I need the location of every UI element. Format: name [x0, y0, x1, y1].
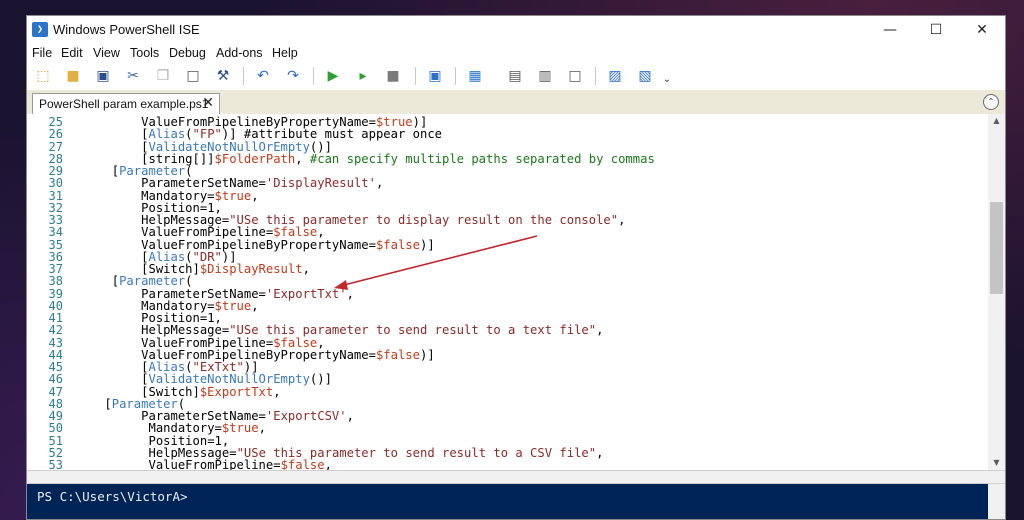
- menu-debug[interactable]: Debug: [169, 46, 206, 60]
- code-area[interactable]: ValueFromPipelineByPropertyName=$true)][…: [75, 114, 975, 470]
- toolbar-separator: [595, 67, 596, 85]
- close-tab-icon[interactable]: ✕: [202, 95, 214, 111]
- window-title: Windows PowerShell ISE: [53, 22, 200, 37]
- code-token: $false: [375, 237, 420, 252]
- new-icon[interactable]: ⬚: [33, 66, 53, 86]
- code-token: ,: [346, 286, 354, 301]
- code-token: [: [111, 164, 120, 178]
- run-script-icon[interactable]: ▶: [323, 66, 343, 86]
- powershell-ise-icon: ❯: [32, 22, 48, 37]
- show-script-right-icon[interactable]: ▥: [535, 66, 555, 86]
- code-token: ,: [596, 445, 604, 460]
- code-token: ,: [302, 262, 310, 276]
- code-line[interactable]: [string[]]$FolderPath, #can specify mult…: [141, 152, 655, 166]
- show-addon-icon[interactable]: ▧: [635, 66, 655, 86]
- run-selection-icon[interactable]: ▸: [353, 66, 373, 86]
- console-prompt: PS C:\Users\VictorA>: [37, 489, 188, 504]
- code-token: $ExportTxt: [199, 384, 274, 399]
- code-token: 'ExportTxt': [265, 286, 347, 301]
- menu-help[interactable]: Help: [272, 46, 298, 60]
- menu-file[interactable]: File: [32, 46, 52, 60]
- menu-addons[interactable]: Add-ons: [216, 46, 263, 60]
- toolbar-separator: [415, 67, 416, 85]
- code-token: $false: [280, 458, 325, 470]
- code-token: 'ExportCSV': [265, 409, 347, 423]
- console-pane[interactable]: PS C:\Users\VictorA>: [27, 484, 1005, 519]
- code-token: $FolderPath: [214, 151, 296, 166]
- code-token: )]: [419, 237, 435, 252]
- code-token: ,: [251, 188, 259, 203]
- console-scrollbar[interactable]: [988, 484, 1005, 519]
- toolbar: ⬚ ■ ▣ ✂ ❐ □ ⚒ ↶ ↷ ▶ ▸ ■ ▣ ▦ ▤ ▥ □ ▨ ▧ ⌄: [27, 64, 1005, 90]
- menu-view[interactable]: View: [93, 46, 120, 60]
- maximize-button[interactable]: ☐: [913, 16, 959, 44]
- code-token: ,: [618, 213, 626, 227]
- stop-icon[interactable]: ■: [383, 66, 403, 86]
- editor-vertical-scrollbar[interactable]: ▲ ▼: [988, 114, 1005, 470]
- copy-icon[interactable]: ❐: [153, 66, 173, 86]
- pane-splitter[interactable]: [27, 470, 1005, 484]
- redo-icon[interactable]: ↷: [283, 66, 303, 86]
- code-token: ,: [324, 458, 332, 470]
- line-number-gutter: 25 26 27 28 29 30 31 32 33 34 35 36 37 38 39 40 41 42 43 44…: [27, 114, 63, 470]
- code-token: ,: [295, 151, 310, 166]
- toolbar-separator: [313, 67, 314, 85]
- code-token: ,: [375, 176, 384, 191]
- toolbar-separator: [455, 67, 456, 85]
- code-token: ,: [596, 323, 604, 338]
- code-token: 'DisplayResult': [265, 176, 376, 191]
- ise-window: ❯ Windows PowerShell ISE — ☐ ✕ File Edit…: [26, 15, 1006, 520]
- show-commands-icon[interactable]: ▨: [605, 66, 625, 86]
- paste-icon[interactable]: □: [183, 66, 203, 86]
- code-token: $DisplayResult: [199, 262, 303, 276]
- line-number: 53: [48, 458, 63, 470]
- menu-edit[interactable]: Edit: [61, 46, 83, 60]
- menu-bar: File Edit View Tools Debug Add-ons Help: [27, 45, 1005, 64]
- remote-powershell-icon[interactable]: ▣: [425, 66, 445, 86]
- scroll-up-icon[interactable]: ▲: [988, 114, 1005, 128]
- toolbar-separator: [243, 67, 244, 85]
- close-button[interactable]: ✕: [959, 16, 1005, 44]
- code-token: ()]: [309, 372, 332, 387]
- cut-icon[interactable]: ✂: [123, 66, 143, 86]
- script-editor[interactable]: 25 26 27 28 29 30 31 32 33 34 35 36 37 38 39 40 41 42 43 44…: [27, 114, 1005, 470]
- show-script-top-icon[interactable]: ▤: [505, 66, 525, 86]
- menu-tools[interactable]: Tools: [130, 46, 159, 60]
- open-icon[interactable]: ■: [63, 66, 83, 86]
- tab-powershell-param-example[interactable]: PowerShell param example.ps1 ✕: [32, 93, 220, 114]
- collapse-script-pane-icon[interactable]: ⌃: [983, 94, 999, 110]
- undo-icon[interactable]: ↶: [253, 66, 273, 86]
- scroll-down-icon[interactable]: ▼: [988, 456, 1005, 470]
- code-line[interactable]: ValueFromPipeline=$false,: [149, 458, 332, 470]
- scrollbar-thumb[interactable]: [990, 202, 1003, 294]
- code-token: ,: [273, 384, 281, 399]
- tab-label: PowerShell param example.ps1: [39, 97, 209, 111]
- code-token: [: [111, 274, 120, 289]
- code-token: ,: [346, 409, 354, 423]
- code-token: #can specify multiple paths separated by…: [309, 151, 655, 166]
- code-token: ,: [251, 298, 259, 313]
- code-token: $false: [375, 347, 420, 362]
- script-tab-strip: PowerShell param example.ps1 ✕ ⌃: [27, 90, 1005, 115]
- show-script-max-icon[interactable]: □: [565, 66, 585, 86]
- code-token: ,: [258, 421, 266, 436]
- toolbar-overflow-icon[interactable]: ⌄: [661, 70, 673, 90]
- code-token: ValueFromPipeline=: [148, 458, 281, 470]
- code-token: )]: [419, 347, 435, 362]
- powershell-console-icon[interactable]: ▦: [465, 66, 485, 86]
- save-icon[interactable]: ▣: [93, 66, 113, 86]
- code-token: [: [104, 396, 112, 411]
- minimize-button[interactable]: —: [867, 16, 913, 44]
- title-bar: ❯ Windows PowerShell ISE — ☐ ✕: [27, 16, 1005, 44]
- clear-console-icon[interactable]: ⚒: [213, 66, 233, 86]
